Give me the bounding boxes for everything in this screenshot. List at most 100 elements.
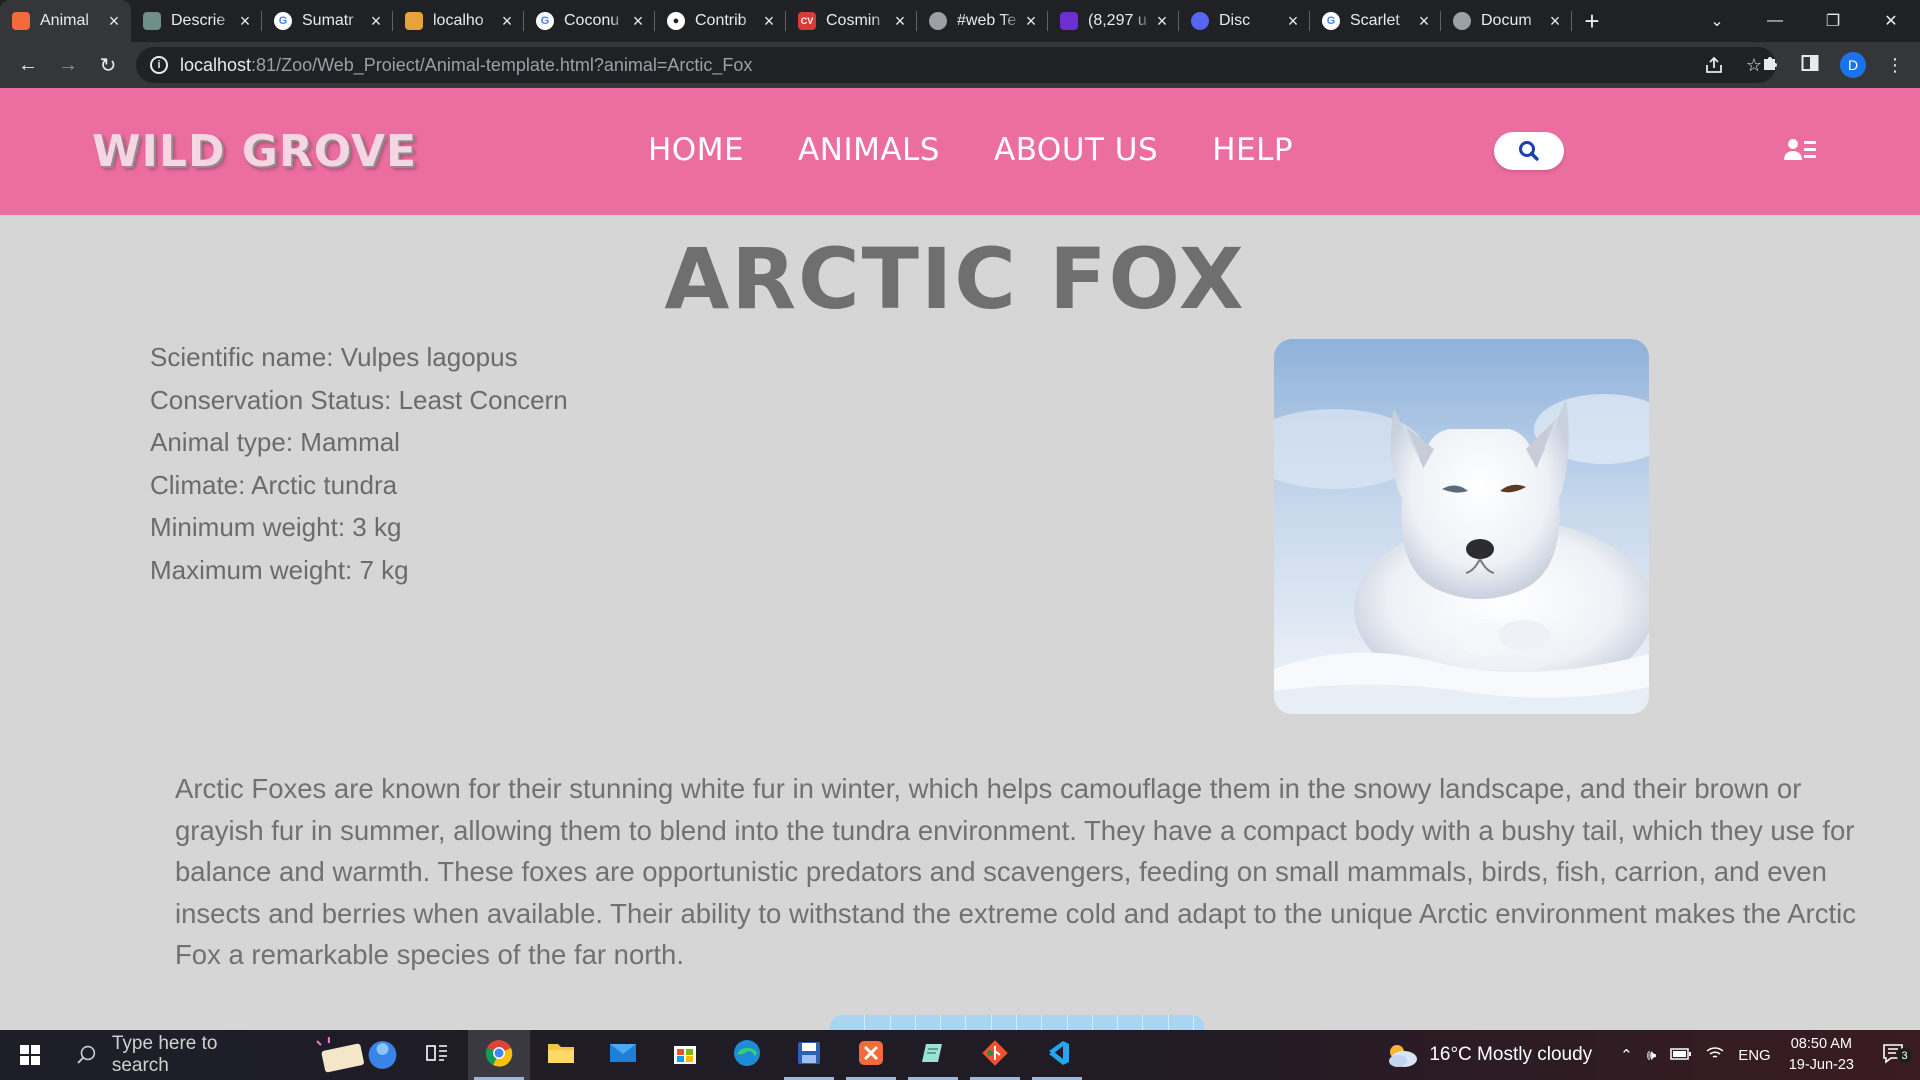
notepad-icon bbox=[920, 1040, 946, 1071]
extensions-puzzle-icon[interactable] bbox=[1760, 53, 1780, 78]
browser-tab[interactable]: #web Te × bbox=[917, 0, 1048, 42]
browser-tab[interactable]: G Coconu × bbox=[524, 0, 655, 42]
taskbar-search-placeholder: Type here to search bbox=[111, 1033, 218, 1076]
taskbar-app-file-explorer[interactable] bbox=[530, 1030, 592, 1080]
forward-button[interactable]: → bbox=[48, 54, 88, 77]
browser-tab[interactable]: CV Cosmin × bbox=[786, 0, 917, 42]
cloud-sun-icon bbox=[1389, 1045, 1418, 1067]
side-panel-icon[interactable] bbox=[1800, 53, 1820, 78]
browser-tab[interactable]: Disc × bbox=[1179, 0, 1310, 42]
tab-search-button[interactable]: ⌄ bbox=[1688, 0, 1746, 42]
tab-close-icon[interactable]: × bbox=[1153, 11, 1171, 32]
url-text[interactable]: localhost:81/Zoo/Web_Proiect/Animal-temp… bbox=[180, 55, 752, 76]
clock[interactable]: 08:50 AM 19-Jun-23 bbox=[1789, 1034, 1854, 1076]
tab-close-icon[interactable]: × bbox=[760, 11, 778, 32]
clock-date: 19-Jun-23 bbox=[1788, 1057, 1854, 1073]
start-button[interactable] bbox=[0, 1030, 60, 1080]
tab-close-icon[interactable]: × bbox=[498, 11, 516, 32]
animal-title: ARCTIC FOX bbox=[664, 230, 1246, 328]
taskbar-app-microsoft-store[interactable] bbox=[654, 1030, 716, 1080]
address-bar[interactable]: i localhost:81/Zoo/Web_Proiect/Animal-te… bbox=[136, 47, 1776, 83]
tab-close-icon[interactable]: × bbox=[891, 11, 909, 32]
search-button[interactable] bbox=[1494, 132, 1564, 170]
taskbar-app-vscode[interactable] bbox=[1026, 1030, 1088, 1080]
notification-count: 3 bbox=[1897, 1048, 1912, 1063]
toolbar-right-actions: D ⋮ bbox=[1760, 42, 1920, 88]
fact-minimum-weight: Minimum weight: 3 kg bbox=[150, 512, 402, 542]
taskbar-app-save-disk[interactable] bbox=[778, 1030, 840, 1080]
taskbar-apps bbox=[406, 1030, 1088, 1080]
mail-icon bbox=[609, 1042, 637, 1069]
arctic-fox-photo bbox=[1274, 339, 1649, 714]
taskbar-app-task-view[interactable] bbox=[406, 1030, 468, 1080]
back-button[interactable]: ← bbox=[8, 54, 48, 77]
save-disk-icon bbox=[797, 1041, 821, 1070]
nav-link-home[interactable]: HOME bbox=[648, 132, 744, 168]
search-highlight-icon bbox=[315, 1037, 397, 1073]
minimize-button[interactable]: — bbox=[1746, 0, 1804, 42]
browser-tab[interactable]: ● Contrib × bbox=[655, 0, 786, 42]
browser-tab[interactable]: G Sumatr × bbox=[262, 0, 393, 42]
site-logo[interactable]: WILD GROVE bbox=[92, 126, 417, 177]
google-icon: G bbox=[536, 12, 554, 30]
browser-tab[interactable]: Descrie × bbox=[131, 0, 262, 42]
tab-close-icon[interactable]: × bbox=[629, 11, 647, 32]
tab-close-icon[interactable]: × bbox=[1546, 11, 1564, 32]
reload-button[interactable]: ↻ bbox=[88, 53, 128, 78]
tab-title: Descrie bbox=[171, 12, 226, 29]
taskbar-app-xampp[interactable] bbox=[840, 1030, 902, 1080]
search-icon bbox=[1519, 141, 1539, 161]
tab-close-icon[interactable]: × bbox=[105, 11, 123, 32]
browser-tab[interactable]: Animal × bbox=[0, 0, 131, 42]
wifi-icon[interactable] bbox=[1706, 1045, 1724, 1065]
close-window-button[interactable]: ✕ bbox=[1862, 0, 1920, 42]
site-info-icon[interactable]: i bbox=[150, 56, 168, 74]
tab-close-icon[interactable]: × bbox=[236, 11, 254, 32]
url-host: localhost bbox=[180, 54, 252, 75]
taskbar-search-box[interactable]: Type here to search bbox=[60, 1030, 406, 1080]
user-menu-button[interactable] bbox=[1784, 138, 1818, 167]
fact-scientific-name: Scientific name: Vulpes lagopus bbox=[150, 342, 518, 372]
chrome-menu-icon[interactable]: ⋮ bbox=[1886, 55, 1904, 76]
taskbar-app-git[interactable] bbox=[964, 1030, 1026, 1080]
new-tab-button[interactable]: + bbox=[1572, 6, 1612, 37]
battery-icon[interactable] bbox=[1670, 1047, 1692, 1064]
notification-center-button[interactable]: 3 bbox=[1870, 1043, 1920, 1067]
restore-button[interactable]: ❐ bbox=[1804, 0, 1862, 42]
browser-tab[interactable]: Docum × bbox=[1441, 0, 1572, 42]
browser-tab[interactable]: (8,297 u × bbox=[1048, 0, 1179, 42]
share-icon[interactable] bbox=[1704, 55, 1724, 80]
taskbar-app-mail[interactable] bbox=[592, 1030, 654, 1080]
nav-link-about-us[interactable]: ABOUT US bbox=[994, 132, 1158, 168]
volume-icon[interactable]: 🕪 bbox=[1647, 1047, 1656, 1064]
tab-title: localho bbox=[433, 12, 484, 29]
tab-close-icon[interactable]: × bbox=[367, 11, 385, 32]
tab-close-icon[interactable]: × bbox=[1284, 11, 1302, 32]
weather-widget[interactable]: 16°C Mostly cloudy bbox=[1385, 1042, 1592, 1068]
cv-icon: CV bbox=[798, 12, 816, 30]
profile-avatar[interactable]: D bbox=[1840, 52, 1866, 78]
tab-close-icon[interactable]: × bbox=[1415, 11, 1433, 32]
gallery-strip[interactable] bbox=[830, 1015, 1204, 1030]
nav-link-help[interactable]: HELP bbox=[1212, 132, 1293, 168]
nav-link-animals[interactable]: ANIMALS bbox=[798, 132, 940, 168]
microsoft-store-icon bbox=[672, 1040, 698, 1071]
tab-title: Contrib bbox=[695, 12, 747, 29]
web-page: WILD GROVE HOME ANIMALS ABOUT US HELP ARCTI… bbox=[0, 88, 1920, 1030]
taskbar-app-chrome[interactable] bbox=[468, 1030, 530, 1080]
browser-tab[interactable]: localho × bbox=[393, 0, 524, 42]
tab-title: Scarlet bbox=[1350, 12, 1400, 29]
user-list-icon bbox=[1784, 139, 1816, 160]
show-hidden-icons-chevron-icon[interactable]: ⌃ bbox=[1620, 1046, 1633, 1064]
browser-toolbar: ← → ↻ i localhost:81/Zoo/Web_Proiect/Ani… bbox=[0, 42, 1920, 88]
language-indicator[interactable]: ENG bbox=[1738, 1047, 1771, 1064]
tab-title: (8,297 u bbox=[1088, 12, 1147, 29]
main-navigation: HOME ANIMALS ABOUT US HELP bbox=[648, 132, 1293, 168]
taskbar-app-edge[interactable] bbox=[716, 1030, 778, 1080]
system-tray: 16°C Mostly cloudy ⌃ 🕪 ENG 08:50 AM 19-J… bbox=[1385, 1030, 1920, 1080]
browser-tab[interactable]: G Scarlet × bbox=[1310, 0, 1441, 42]
taskbar-app-notepad[interactable] bbox=[902, 1030, 964, 1080]
tab-close-icon[interactable]: × bbox=[1022, 11, 1040, 32]
site-header: WILD GROVE HOME ANIMALS ABOUT US HELP bbox=[0, 88, 1920, 215]
task-view-icon bbox=[426, 1043, 448, 1068]
